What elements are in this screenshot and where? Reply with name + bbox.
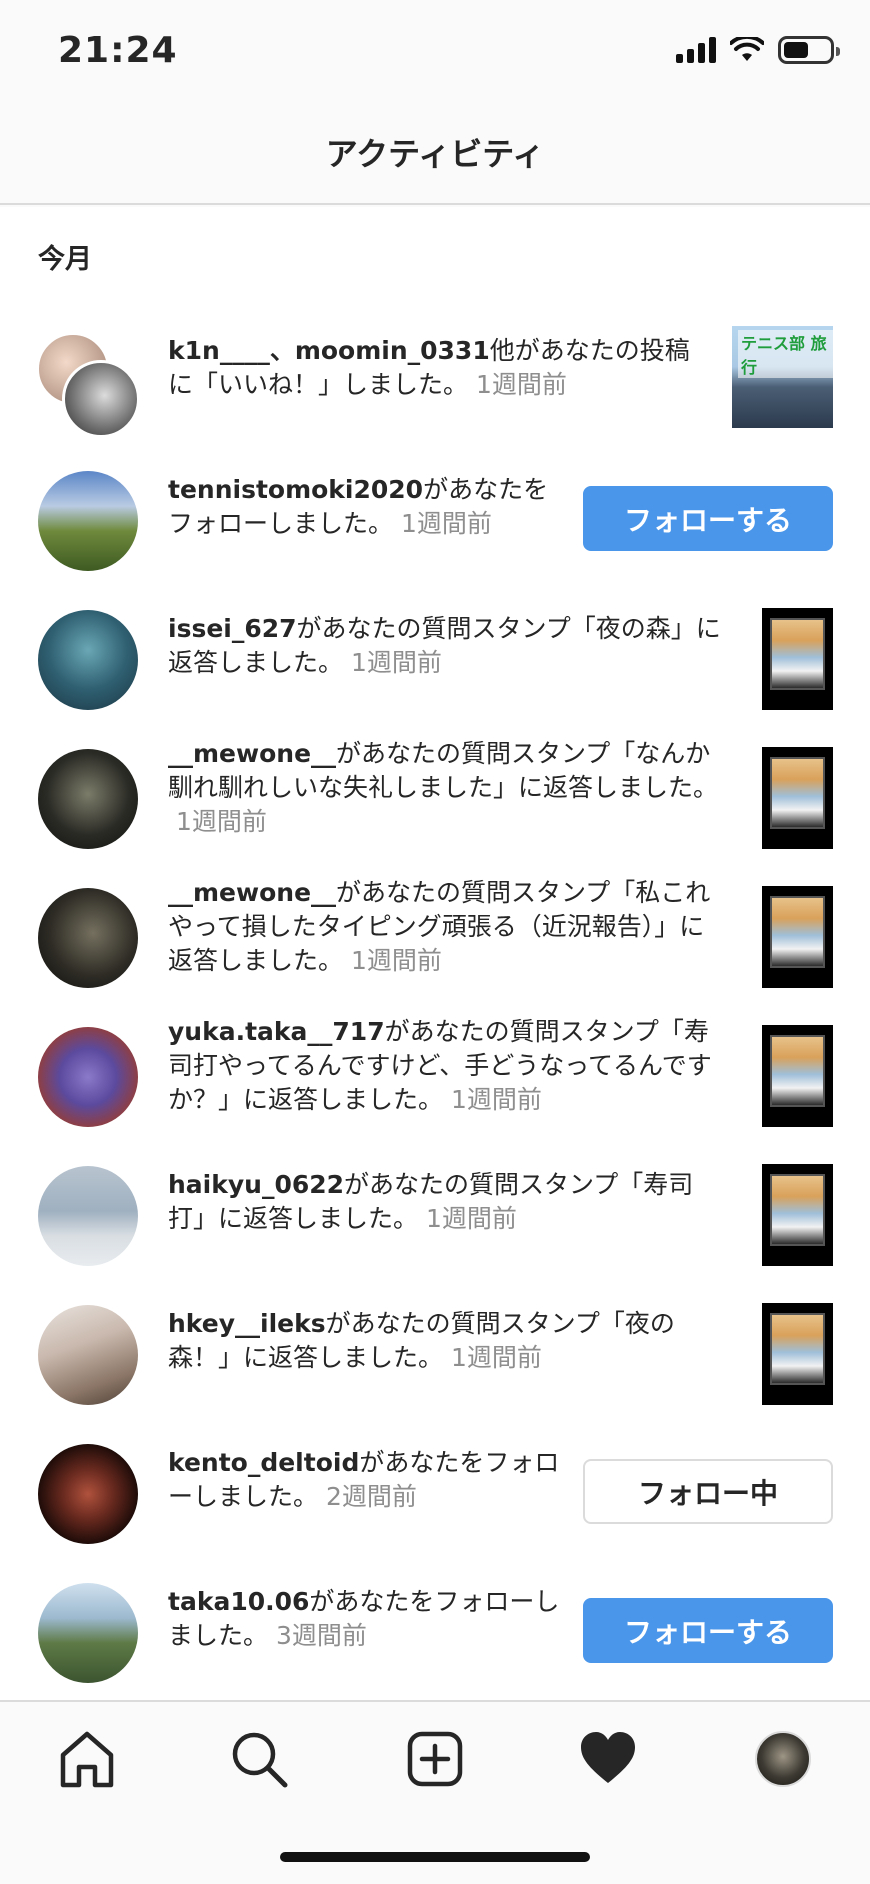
tab-new-post[interactable]	[400, 1724, 470, 1794]
profile-avatar	[755, 1731, 811, 1787]
status-icons	[676, 36, 840, 64]
activity-time: 1週間前	[451, 1343, 542, 1372]
activity-time: 2週間前	[326, 1482, 417, 1511]
avatar[interactable]	[38, 471, 138, 571]
activity-text: __mewone__があなたの質問スタンプ「なんか馴れ馴れしいな失礼しました」に…	[168, 737, 728, 839]
status-bar: 21:24	[0, 0, 870, 100]
new-post-icon	[407, 1731, 463, 1787]
username-link[interactable]: yuka.taka__717	[168, 1017, 385, 1046]
list-item[interactable]: taka10.06があなたをフォローしました。 3週間前 フォローする	[0, 1563, 870, 1700]
tab-profile[interactable]	[748, 1724, 818, 1794]
search-icon	[232, 1732, 288, 1788]
following-button[interactable]: フォロー中	[583, 1459, 833, 1524]
tab-activity[interactable]	[573, 1724, 643, 1794]
follow-button[interactable]: フォローする	[583, 486, 833, 551]
follow-button[interactable]: フォローする	[583, 1598, 833, 1663]
avatar[interactable]	[38, 610, 138, 710]
list-item[interactable]: __mewone__があなたの質問スタンプ「なんか馴れ馴れしいな失礼しました」に…	[0, 729, 870, 868]
avatar[interactable]	[38, 1166, 138, 1266]
avatar[interactable]	[38, 1583, 138, 1683]
thumbnail-image	[770, 757, 825, 829]
story-thumbnail[interactable]	[762, 1303, 833, 1405]
activity-time: 1週間前	[426, 1204, 517, 1233]
activity-time: 1週間前	[176, 807, 267, 836]
section-title: 今月	[38, 244, 92, 275]
list-item[interactable]: issei_627があなたの質問スタンプ「夜の森」に返答しました。 1週間前	[0, 590, 870, 729]
post-thumbnail[interactable]: テニス部 旅行	[732, 326, 833, 428]
avatar[interactable]	[38, 1444, 138, 1544]
status-time: 21:24	[58, 30, 178, 71]
tab-search[interactable]	[224, 1724, 294, 1794]
story-thumbnail[interactable]	[762, 1164, 833, 1266]
list-item[interactable]: kento_deltoidがあなたをフォローしました。 2週間前 フォロー中	[0, 1424, 870, 1563]
username-link[interactable]: __mewone__	[168, 739, 336, 768]
heart-icon	[581, 1732, 635, 1783]
activity-text: tennistomoki2020があなたをフォローしました。 1週間前	[168, 473, 568, 541]
page-title: アクティビティ	[325, 134, 545, 173]
list-item[interactable]: tennistomoki2020があなたをフォローしました。 1週間前 フォローす…	[0, 451, 870, 590]
avatar[interactable]	[38, 888, 138, 988]
story-thumbnail[interactable]	[762, 1025, 833, 1127]
username-link[interactable]: haikyu_0622	[168, 1170, 344, 1199]
username-link[interactable]: issei_627	[168, 614, 297, 643]
username-link[interactable]: hkey__ileks	[168, 1309, 326, 1338]
activity-time: 1週間前	[351, 946, 442, 975]
thumbnail-image	[770, 1174, 825, 1246]
activity-text: k1n____、moomin_0331他があなたの投稿に「いいね！」しました。 1…	[168, 334, 708, 402]
username-link[interactable]: k1n____、moomin_0331	[168, 336, 490, 365]
avatar[interactable]	[38, 749, 138, 849]
activity-text: issei_627があなたの質問スタンプ「夜の森」に返答しました。 1週間前	[168, 612, 728, 680]
tab-home[interactable]	[52, 1724, 122, 1794]
story-thumbnail[interactable]	[762, 608, 833, 710]
avatar[interactable]	[62, 360, 140, 438]
activity-time: 1週間前	[451, 1085, 542, 1114]
activity-text: __mewone__があなたの質問スタンプ「私これやって損したタイピング頑張る（…	[168, 876, 728, 978]
username-link[interactable]: __mewone__	[168, 878, 336, 907]
activity-time: 3週間前	[276, 1621, 367, 1650]
thumbnail-image	[770, 1313, 825, 1385]
activity-text: kento_deltoidがあなたをフォローしました。 2週間前	[168, 1446, 568, 1514]
battery-icon	[778, 36, 840, 64]
activity-text: haikyu_0622があなたの質問スタンプ「寿司打」に返答しました。 1週間前	[168, 1168, 728, 1236]
avatar-group[interactable]	[36, 332, 142, 438]
avatar[interactable]	[38, 1027, 138, 1127]
thumbnail-caption: テニス部 旅行	[738, 330, 833, 378]
list-item[interactable]: k1n____、moomin_0331他があなたの投稿に「いいね！」しました。 1…	[0, 312, 870, 451]
list-item[interactable]: haikyu_0622があなたの質問スタンプ「寿司打」に返答しました。 1週間前	[0, 1146, 870, 1285]
home-indicator	[280, 1852, 590, 1862]
cellular-signal-icon	[676, 37, 716, 63]
activity-feed[interactable]: 今月 k1n____、moomin_0331他があなたの投稿に「いいね！」しまし…	[0, 207, 870, 1700]
story-thumbnail[interactable]	[762, 747, 833, 849]
nav-header: アクティビティ	[0, 100, 870, 205]
list-item[interactable]: yuka.taka__717があなたの質問スタンプ「寿司打やってるんですけど、手…	[0, 1007, 870, 1146]
thumbnail-image	[770, 896, 825, 968]
activity-time: 1週間前	[476, 370, 567, 399]
activity-time: 1週間前	[401, 509, 492, 538]
thumbnail-image	[770, 618, 825, 690]
wifi-icon	[730, 37, 764, 61]
story-thumbnail[interactable]	[762, 886, 833, 988]
activity-time: 1週間前	[351, 648, 442, 677]
username-link[interactable]: tennistomoki2020	[168, 475, 423, 504]
avatar[interactable]	[38, 1305, 138, 1405]
activity-text: yuka.taka__717があなたの質問スタンプ「寿司打やってるんですけど、手…	[168, 1015, 728, 1117]
home-icon	[60, 1731, 114, 1788]
list-item[interactable]: __mewone__があなたの質問スタンプ「私これやって損したタイピング頑張る（…	[0, 868, 870, 1007]
username-link[interactable]: taka10.06	[168, 1587, 309, 1616]
list-item[interactable]: hkey__ileksがあなたの質問スタンプ「夜の森！」に返答しました。 1週間前	[0, 1285, 870, 1424]
activity-text: hkey__ileksがあなたの質問スタンプ「夜の森！」に返答しました。 1週間前	[168, 1307, 728, 1375]
activity-text: taka10.06があなたをフォローしました。 3週間前	[168, 1585, 568, 1653]
username-link[interactable]: kento_deltoid	[168, 1448, 359, 1477]
thumbnail-image	[770, 1035, 825, 1107]
tab-bar	[0, 1700, 870, 1884]
